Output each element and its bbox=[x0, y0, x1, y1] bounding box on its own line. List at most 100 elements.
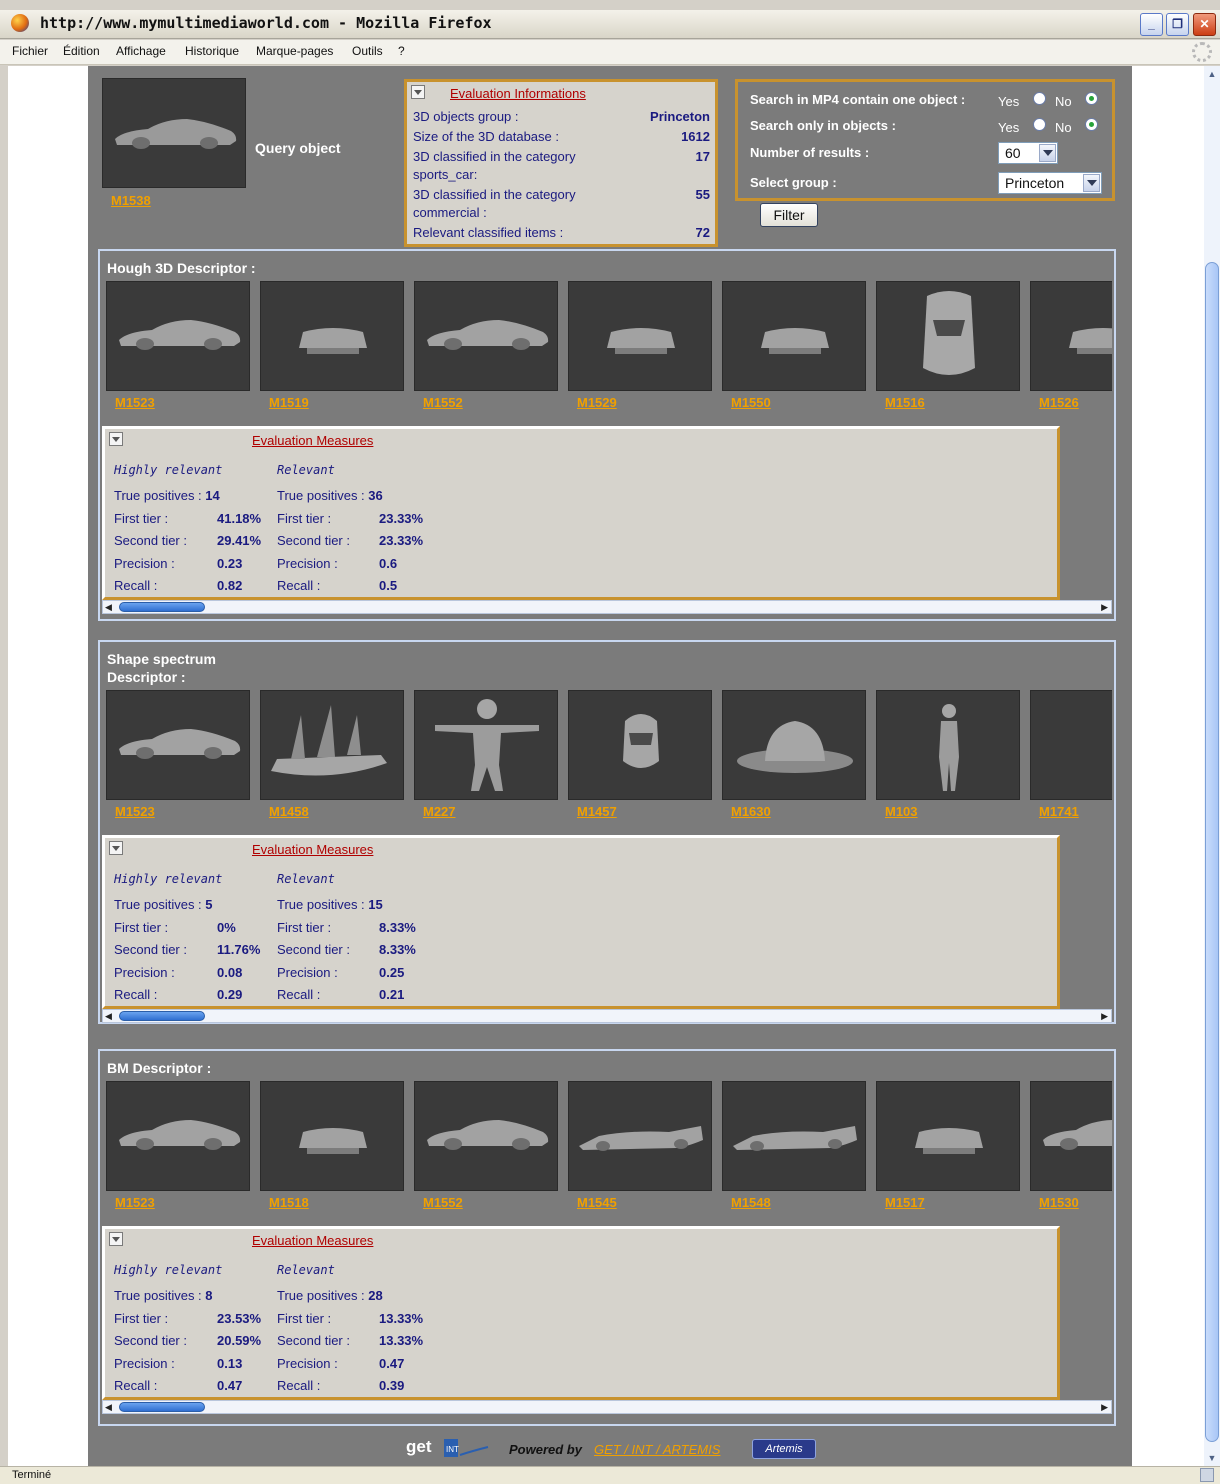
result-link[interactable]: M1552 bbox=[423, 395, 463, 410]
result-thumbnail[interactable] bbox=[106, 1081, 250, 1191]
collapse-toggle-icon[interactable] bbox=[411, 85, 425, 99]
result-link[interactable]: M1516 bbox=[885, 395, 925, 410]
powered-by-link[interactable]: GET / INT / ARTEMIS bbox=[594, 1442, 720, 1457]
result-thumbnail[interactable] bbox=[1030, 281, 1112, 391]
scroll-right-icon[interactable]: ▶ bbox=[1101, 1011, 1108, 1022]
query-thumbnail[interactable] bbox=[102, 78, 246, 188]
scroll-right-icon[interactable]: ▶ bbox=[1101, 1402, 1108, 1413]
result-link[interactable]: M1526 bbox=[1039, 395, 1079, 410]
result-link[interactable]: M1550 bbox=[731, 395, 771, 410]
result-thumbnail[interactable] bbox=[1030, 1081, 1112, 1191]
result-thumbnail[interactable] bbox=[876, 690, 1020, 800]
menu-marque-pages[interactable]: Marque-pages bbox=[256, 44, 333, 58]
restore-button[interactable]: ❐ bbox=[1166, 13, 1189, 36]
result-link[interactable]: M1630 bbox=[731, 804, 771, 819]
result-link[interactable]: M1523 bbox=[115, 804, 155, 819]
window-titlebar: http://www.mymultimediaworld.com - Mozil… bbox=[0, 10, 1220, 39]
menu-affichage[interactable]: Affichage bbox=[116, 44, 166, 58]
results-count-select[interactable]: 60 bbox=[998, 142, 1058, 164]
scroll-up-icon[interactable]: ▲ bbox=[1204, 66, 1220, 82]
result-link[interactable]: M103 bbox=[885, 804, 918, 819]
scroll-left-icon[interactable]: ◀ bbox=[105, 1402, 112, 1413]
result-link[interactable]: M1519 bbox=[269, 395, 309, 410]
result-link[interactable]: M1552 bbox=[423, 1195, 463, 1210]
result-thumbnail[interactable] bbox=[568, 690, 712, 800]
menu-help[interactable]: ? bbox=[398, 44, 405, 58]
result-link[interactable]: M1523 bbox=[115, 395, 155, 410]
horizontal-scroll-thumb[interactable] bbox=[119, 602, 205, 612]
evaluation-measures-title[interactable]: Evaluation Measures bbox=[252, 842, 373, 857]
result-thumbnail[interactable] bbox=[260, 281, 404, 391]
result-thumbnail[interactable] bbox=[106, 690, 250, 800]
minimize-button[interactable]: _ bbox=[1140, 13, 1163, 36]
descriptor-title: BM Descriptor : bbox=[107, 1060, 212, 1076]
evaluation-info-panel: Evaluation Informations 3D objects group… bbox=[404, 79, 718, 247]
collapse-toggle-icon[interactable] bbox=[109, 841, 123, 855]
result-thumbnail[interactable] bbox=[106, 281, 250, 391]
result-thumbnail[interactable] bbox=[260, 690, 404, 800]
result-link[interactable]: M1529 bbox=[577, 395, 617, 410]
collapse-toggle-icon[interactable] bbox=[109, 432, 123, 446]
measure-key: First tier : bbox=[277, 1311, 332, 1326]
result-link[interactable]: M1457 bbox=[577, 804, 617, 819]
filter-button[interactable]: Filter bbox=[760, 203, 818, 227]
result-thumbnail[interactable] bbox=[1030, 690, 1112, 800]
result-link[interactable]: M1548 bbox=[731, 1195, 771, 1210]
result-link[interactable]: M1523 bbox=[115, 1195, 155, 1210]
result-link[interactable]: M1545 bbox=[577, 1195, 617, 1210]
result-thumbnail[interactable] bbox=[722, 281, 866, 391]
result-thumbnail[interactable] bbox=[876, 281, 1020, 391]
search-objects-no-radio[interactable] bbox=[1085, 118, 1098, 131]
result-thumbnail[interactable] bbox=[414, 281, 558, 391]
horizontal-scroll-thumb[interactable] bbox=[119, 1402, 205, 1412]
menu-outils[interactable]: Outils bbox=[352, 44, 383, 58]
result-thumbnail[interactable] bbox=[568, 281, 712, 391]
result-link[interactable]: M1517 bbox=[885, 1195, 925, 1210]
collapse-toggle-icon[interactable] bbox=[109, 1232, 123, 1246]
result-thumbnail[interactable] bbox=[260, 1081, 404, 1191]
info-value-db-size: 1612 bbox=[681, 129, 710, 144]
result-link[interactable]: M1741 bbox=[1039, 804, 1079, 819]
evaluation-measures-title[interactable]: Evaluation Measures bbox=[252, 1233, 373, 1248]
menu-edition[interactable]: Édition bbox=[63, 44, 100, 58]
horizontal-scrollbar[interactable]: ◀ ▶ bbox=[102, 600, 1112, 614]
result-link[interactable]: M1530 bbox=[1039, 1195, 1079, 1210]
scroll-down-icon[interactable]: ▼ bbox=[1204, 1450, 1220, 1466]
search-objects-yes-radio[interactable] bbox=[1033, 118, 1046, 131]
info-value-relevant: 72 bbox=[695, 225, 710, 240]
result-link[interactable]: M1458 bbox=[269, 804, 309, 819]
result-thumbnail[interactable] bbox=[414, 1081, 558, 1191]
result-thumbnail[interactable] bbox=[568, 1081, 712, 1191]
close-button[interactable]: ✕ bbox=[1193, 13, 1216, 36]
horizontal-scroll-thumb[interactable] bbox=[119, 1011, 205, 1021]
menu-historique[interactable]: Historique bbox=[185, 44, 239, 58]
scroll-right-icon[interactable]: ▶ bbox=[1101, 602, 1108, 613]
evaluation-measures-title[interactable]: Evaluation Measures bbox=[252, 433, 373, 448]
car-front-icon bbox=[299, 1128, 367, 1154]
vertical-scrollbar[interactable]: ▲ ▼ bbox=[1204, 66, 1220, 1466]
result-thumbnail[interactable] bbox=[876, 1081, 1020, 1191]
evaluation-info-title[interactable]: Evaluation Informations bbox=[450, 86, 586, 101]
measure-key: True positives : 5 bbox=[114, 897, 213, 912]
horizontal-scrollbar[interactable]: ◀ ▶ bbox=[102, 1009, 1112, 1023]
group-select[interactable]: Princeton bbox=[998, 172, 1102, 194]
scroll-left-icon[interactable]: ◀ bbox=[105, 602, 112, 613]
result-thumbnail[interactable] bbox=[722, 1081, 866, 1191]
results-count-label: Number of results : bbox=[750, 145, 870, 160]
result-thumbnail[interactable] bbox=[414, 690, 558, 800]
measure-value: 23.53% bbox=[217, 1311, 262, 1326]
vertical-scroll-thumb[interactable] bbox=[1205, 262, 1219, 1442]
menu-fichier[interactable]: Fichier bbox=[12, 44, 48, 58]
horizontal-scrollbar[interactable]: ◀ ▶ bbox=[102, 1400, 1112, 1414]
result-link[interactable]: M1518 bbox=[269, 1195, 309, 1210]
query-object-link[interactable]: M1538 bbox=[111, 193, 151, 208]
result-link[interactable]: M227 bbox=[423, 804, 456, 819]
page-info-icon[interactable] bbox=[1200, 1468, 1214, 1482]
search-options-panel: Search in MP4 contain one object : Yes N… bbox=[735, 79, 1115, 201]
result-thumbnail[interactable] bbox=[722, 690, 866, 800]
car-front-icon bbox=[607, 328, 675, 354]
search-mp4-no-radio[interactable] bbox=[1085, 92, 1098, 105]
search-mp4-yes-radio[interactable] bbox=[1033, 92, 1046, 105]
group-select-value: Princeton bbox=[1005, 175, 1065, 191]
scroll-left-icon[interactable]: ◀ bbox=[105, 1011, 112, 1022]
